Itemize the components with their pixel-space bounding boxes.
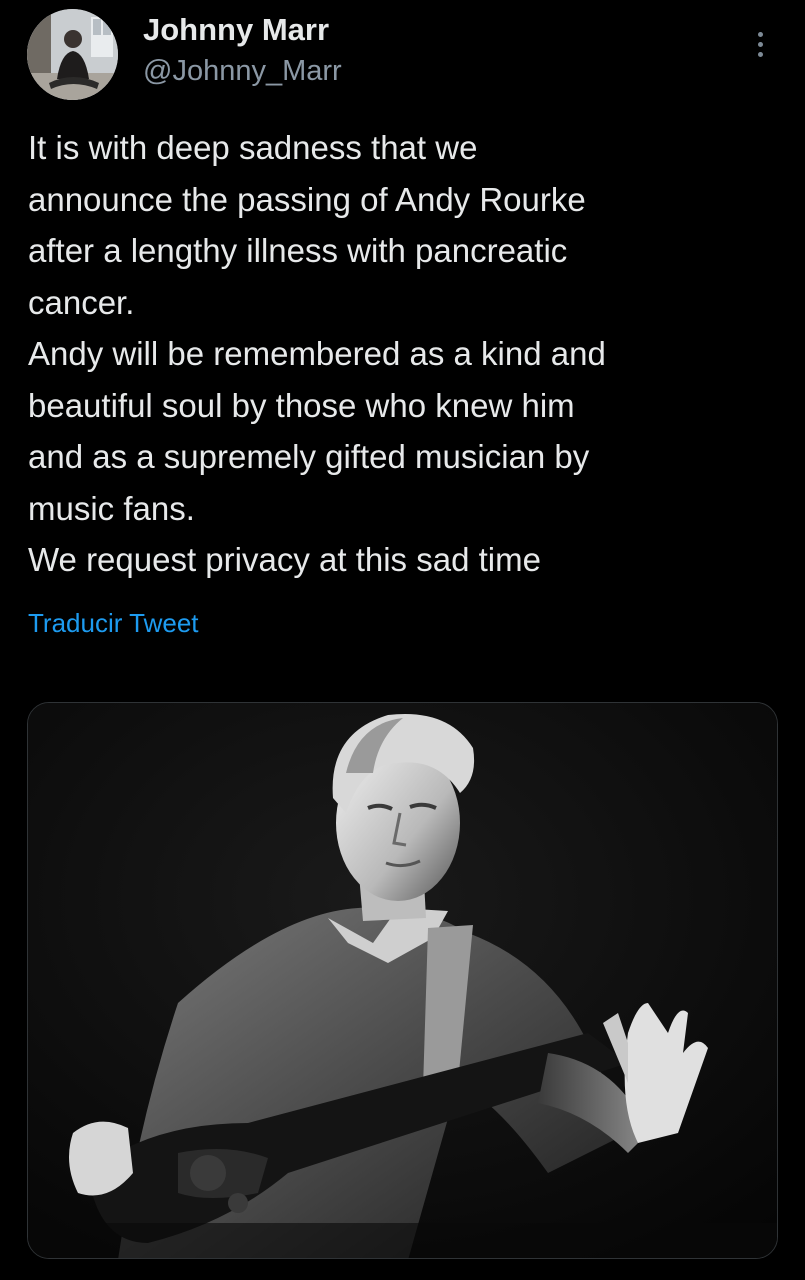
tweet-text-line: It is with deep sadness that we (28, 129, 478, 166)
tweet-text-line: beautiful soul by those who knew him (28, 386, 575, 424)
tweet-text-line: after a lengthy illness with pancreatic (28, 232, 568, 269)
more-dots-icon (757, 31, 763, 37)
tweet-text-line: cancer. (28, 283, 135, 321)
tweet-photo[interactable] (27, 702, 778, 1259)
more-options-button[interactable] (740, 22, 780, 66)
more-dots-icon-dot (757, 41, 763, 47)
author-handle[interactable]: @Johnny_Marr (143, 55, 342, 88)
translate-tweet-link[interactable]: Traducir Tweet (28, 608, 199, 639)
tweet-text-line: Andy will be remembered as a kind and (28, 335, 606, 372)
author-name[interactable]: Johnny Marr (143, 12, 329, 48)
author-avatar[interactable] (27, 9, 118, 100)
tweet-text: It is with deep sadness that we announce… (28, 122, 788, 586)
tweet-text-line: music fans. (28, 489, 195, 527)
more-dots-icon-dot (757, 51, 763, 57)
tweet-text-line: We request privacy at this sad time (28, 541, 541, 578)
tweet-text-line: announce the passing of Andy Rourke (28, 180, 586, 218)
tweet[interactable]: Johnny Marr @Johnny_Marr It is with deep… (0, 0, 805, 1280)
tweet-text-line: and as a supremely gifted musician by (28, 438, 590, 475)
